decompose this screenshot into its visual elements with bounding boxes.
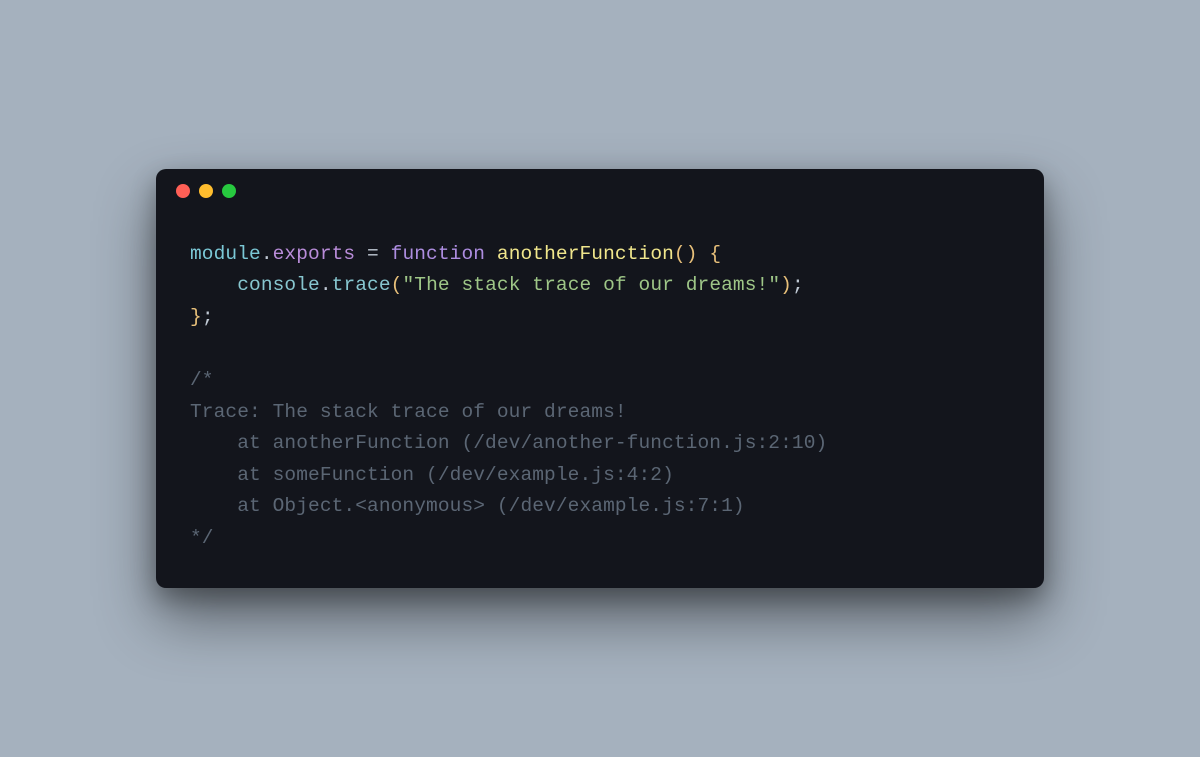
comment-line: at Object.<anonymous> (/dev/example.js:7… — [190, 491, 1010, 523]
close-icon[interactable] — [176, 184, 190, 198]
token-string: "The stack trace of our dreams!" — [402, 274, 780, 296]
token-module: module — [190, 243, 261, 265]
token-method: trace — [332, 274, 391, 296]
comment-line: /* — [190, 365, 1010, 397]
maximize-icon[interactable] — [222, 184, 236, 198]
comment-line: Trace: The stack trace of our dreams! — [190, 397, 1010, 429]
comment-line: at someFunction (/dev/example.js:4:2) — [190, 460, 1010, 492]
comment-line: at anotherFunction (/dev/another-functio… — [190, 428, 1010, 460]
comment-line: */ — [190, 523, 1010, 555]
token-paren: ) — [686, 243, 698, 265]
blank-line — [190, 333, 1010, 365]
token-brace: { — [709, 243, 721, 265]
token-exports: exports — [273, 243, 356, 265]
token-console: console — [237, 274, 320, 296]
token-keyword: function — [391, 243, 485, 265]
code-line: console.trace("The stack trace of our dr… — [190, 270, 1010, 302]
minimize-icon[interactable] — [199, 184, 213, 198]
window-titlebar — [156, 169, 1044, 213]
code-window: module.exports = function anotherFunctio… — [156, 169, 1044, 589]
code-area: module.exports = function anotherFunctio… — [156, 213, 1044, 589]
token-semicolon: ; — [792, 274, 804, 296]
token-dot: . — [320, 274, 332, 296]
token-function-name: anotherFunction — [497, 243, 674, 265]
token-brace: } — [190, 306, 202, 328]
token-operator: = — [355, 243, 390, 265]
token-semicolon: ; — [202, 306, 214, 328]
token-paren: ( — [674, 243, 686, 265]
code-line: }; — [190, 302, 1010, 334]
token-paren: ) — [780, 274, 792, 296]
token-paren: ( — [391, 274, 403, 296]
token-dot: . — [261, 243, 273, 265]
code-line: module.exports = function anotherFunctio… — [190, 239, 1010, 271]
